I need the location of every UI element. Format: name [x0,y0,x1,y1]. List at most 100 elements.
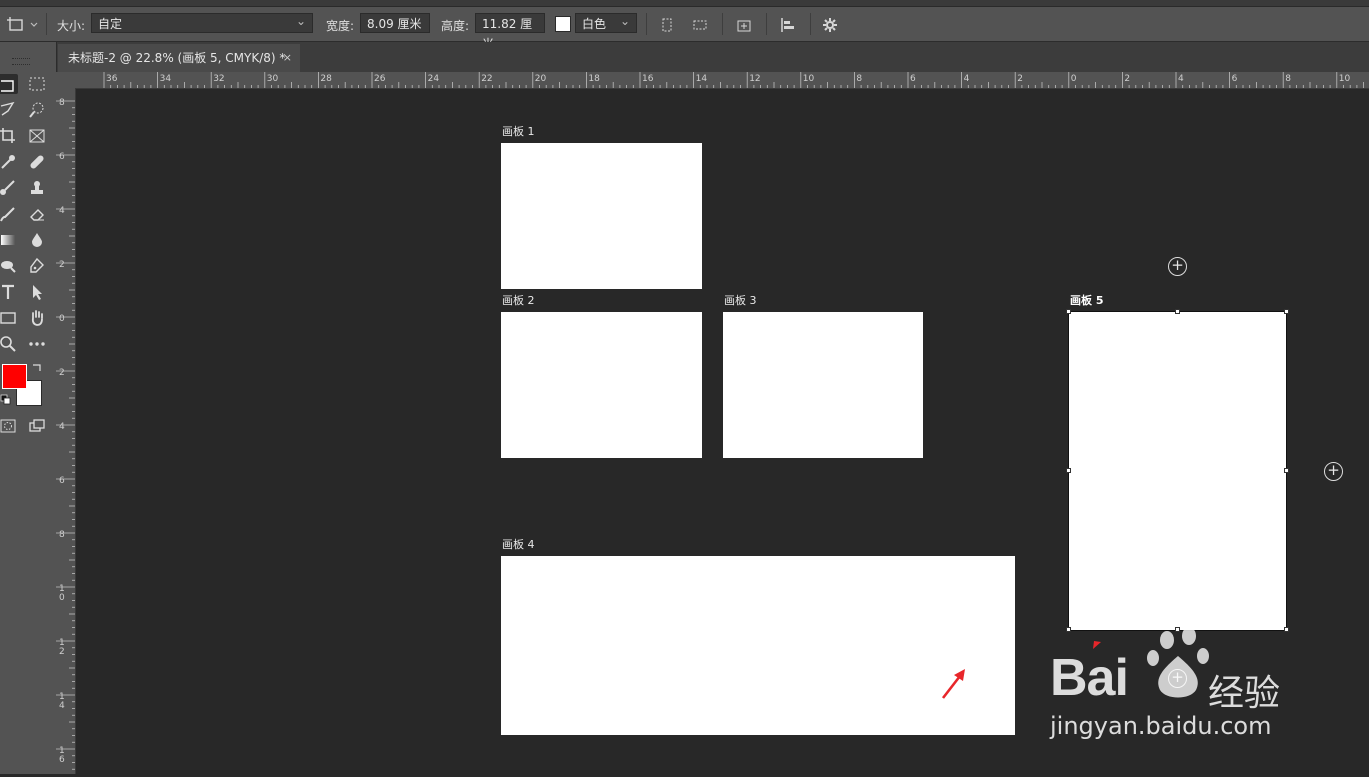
artboard-5-label[interactable]: 画板 5 [1070,292,1103,308]
settings-button[interactable] [820,15,840,35]
eyedropper-tool[interactable] [0,152,18,172]
dodge-tool[interactable] [0,256,18,276]
ruler-v-label: 0 [59,593,65,603]
ruler-h-label: 8 [856,74,862,84]
ruler-h-label: 4 [1178,74,1184,84]
artboard-4[interactable] [501,556,1015,735]
make-landscape-button[interactable] [690,15,710,35]
foreground-color-swatch[interactable] [2,364,27,389]
swap-icon [33,364,41,371]
path-selection-tool[interactable] [27,282,47,302]
baidu-watermark: Bai 经验 jingyan.baidu.com [1050,627,1360,748]
drop-icon [32,233,42,247]
ruler-h-label: 34 [160,74,172,84]
align-button[interactable] [778,15,798,35]
resize-handle-t[interactable] [1175,309,1180,314]
ruler-h-label: 14 [696,74,708,84]
resize-handle-tl[interactable] [1066,309,1071,314]
artboard-tool[interactable] [0,74,18,94]
ruler-v-label: 6 [59,476,65,486]
resize-handle-l[interactable] [1066,468,1071,473]
portrait-icon [662,18,672,32]
ruler-h-label: 30 [267,74,279,84]
marquee-icon [29,77,45,91]
gradient-tool[interactable] [0,230,18,250]
type-tool[interactable] [0,282,18,302]
ruler-h-label: 0 [1071,74,1077,84]
lasso-tool[interactable] [0,100,18,120]
ruler-h-label: 32 [213,74,224,84]
marquee-tool[interactable] [27,74,47,94]
annotation-arrow-icon [941,669,965,699]
healing-brush-tool[interactable] [27,152,47,172]
swap-colors-button[interactable] [30,360,44,374]
panel-grip[interactable] [12,58,30,65]
ruler-v-label: 6 [59,755,65,765]
ruler-h-label: 10 [1339,74,1351,84]
ruler-v-label: 8 [59,98,65,108]
width-label: 宽度: [326,19,355,33]
height-input[interactable]: 11.82 厘米 [475,13,545,51]
artboard-4-label[interactable]: 画板 4 [502,536,535,552]
ruler-h-label: 16 [642,74,654,84]
make-portrait-button[interactable] [657,15,677,35]
resize-handle-r[interactable] [1284,468,1289,473]
artboard-1-label[interactable]: 画板 1 [502,123,535,139]
resize-handle-tr[interactable] [1284,309,1289,314]
rectangle-tool[interactable] [0,308,18,328]
add-artboard-right-icon[interactable]: + [1324,462,1343,481]
add-artboard-button[interactable] [734,15,754,35]
hand-tool[interactable] [27,308,47,328]
pen-tool[interactable] [27,256,47,276]
ellipsis-icon [29,342,45,346]
add-artboard-icon [737,20,751,32]
more-tools-button[interactable] [27,334,47,354]
artboard-2-label[interactable]: 画板 2 [502,292,535,308]
brush-icon [0,180,15,195]
lasso-icon [0,101,15,116]
screen-mode-button[interactable] [27,416,47,436]
quick-selection-tool[interactable] [27,100,47,120]
eraser-icon [30,209,44,221]
artboard-1[interactable] [501,143,702,289]
artboard-2[interactable] [501,312,702,458]
history-brush-tool[interactable] [0,204,18,224]
quick-mask-button[interactable] [0,416,18,436]
stamp-icon [31,181,43,194]
crop-tool[interactable] [0,126,18,146]
artboard-icon [1,80,14,92]
ruler-v-label: 8 [59,530,65,540]
brush-tool[interactable] [0,178,18,198]
default-colors-button[interactable] [0,394,12,406]
blur-tool[interactable] [27,230,47,250]
ruler-h-label: 20 [535,74,547,84]
clone-stamp-tool[interactable] [27,178,47,198]
ruler-h-label: 22 [481,74,492,84]
ruler-h-label: 24 [428,74,440,84]
eraser-tool[interactable] [27,204,47,224]
screen-mode-icon [29,419,45,432]
ruler-h-label: 10 [803,74,815,84]
zoom-tool[interactable] [0,334,18,354]
artboard-3[interactable] [723,312,923,458]
ruler-v-label: 6 [59,152,65,162]
ruler-h-label: 28 [320,74,332,84]
add-artboard-top-icon[interactable]: + [1168,257,1187,276]
crop-icon [0,128,15,143]
ruler-h-label: 8 [1285,74,1291,84]
landscape-icon [693,20,707,30]
horizontal-ruler: 36 34 32 30 28 26 24 22 20 18 16 14 12 10 8 6 4 2 0 2 4 6 8 10 [75,72,1369,89]
ruler-h-label: 2 [1017,74,1023,84]
align-left-icon [781,18,794,32]
artboard-tool-preset[interactable] [4,15,42,35]
frame-tool[interactable] [27,126,47,146]
hand-icon [31,310,43,326]
document-tab[interactable]: 未标题-2 @ 22.8% (画板 5, CMYK/8) * × [58,44,300,72]
size-select[interactable]: 自定 [91,11,313,33]
type-icon [2,284,14,299]
close-tab-icon[interactable]: × [283,44,292,72]
width-input[interactable]: 8.09 厘米 [360,13,430,33]
fill-color-swatch[interactable] [555,16,571,32]
fill-select[interactable]: 白色 [575,11,637,33]
artboard-3-label[interactable]: 画板 3 [724,292,757,308]
